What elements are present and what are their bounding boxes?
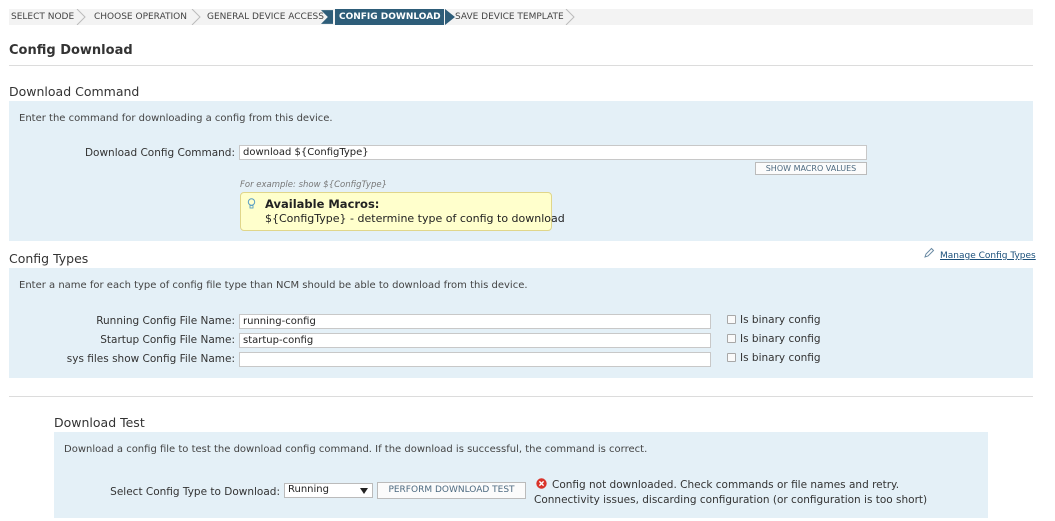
startup-config-label: Startup Config File Name: <box>100 334 235 346</box>
page-title: Config Download <box>9 43 133 58</box>
startup-config-input[interactable] <box>239 333 711 348</box>
available-macros-box: Available Macros: ${ConfigType} - determ… <box>240 192 565 231</box>
lightbulb-icon <box>247 198 256 209</box>
chevron-down-icon <box>360 488 368 494</box>
wizard-active-left-arrow <box>321 10 333 24</box>
wizard-step-save-device-template[interactable]: SAVE DEVICE TEMPLATE <box>455 9 564 25</box>
wizard-step-choose-operation[interactable]: CHOOSE OPERATION <box>94 9 187 25</box>
show-macro-values-button[interactable]: SHOW MACRO VALUES <box>755 162 867 175</box>
startup-config-binary-checkbox[interactable] <box>727 334 736 343</box>
running-config-input[interactable] <box>239 314 711 329</box>
manage-config-types-link[interactable]: Manage Config Types <box>940 251 1036 261</box>
sys-files-config-label: sys files show Config File Name: <box>66 353 235 365</box>
running-config-binary-label: Is binary config <box>740 314 821 326</box>
error-icon <box>536 478 547 489</box>
error-message-line1: Config not downloaded. Check commands or… <box>552 479 900 491</box>
wizard-step-config-download[interactable]: CONFIG DOWNLOAD <box>335 9 444 25</box>
command-example: For example: show ${ConfigType} <box>240 180 387 190</box>
available-macros-title: Available Macros: <box>265 197 380 211</box>
wizard-breadcrumb: SELECT NODE CHOOSE OPERATION GENERAL DEV… <box>9 9 1033 25</box>
config-types-description: Enter a name for each type of config fil… <box>19 280 528 291</box>
running-config-label: Running Config File Name: <box>96 315 235 327</box>
download-test-panel: Download a config file to test the downl… <box>54 432 988 518</box>
download-command-heading: Download Command <box>9 84 140 99</box>
divider <box>9 396 1033 397</box>
startup-config-binary-label: Is binary config <box>740 333 821 345</box>
running-config-binary-checkbox[interactable] <box>727 315 736 324</box>
chevron-right-icon <box>565 9 575 25</box>
sys-files-config-input[interactable] <box>239 352 711 367</box>
download-command-description: Enter the command for downloading a conf… <box>19 113 333 124</box>
config-types-heading: Config Types <box>9 251 89 266</box>
wizard-step-select-node[interactable]: SELECT NODE <box>11 9 74 25</box>
available-macros-body: ${ConfigType} - determine type of config… <box>265 212 565 225</box>
sys-files-config-binary-checkbox[interactable] <box>727 353 736 362</box>
wizard-step-general-device-access[interactable]: GENERAL DEVICE ACCESS <box>207 9 324 25</box>
config-types-panel: Enter a name for each type of config fil… <box>9 268 1033 378</box>
config-type-select-value: Running <box>288 484 329 495</box>
download-test-description: Download a config file to test the downl… <box>64 444 648 455</box>
sys-files-config-binary-label: Is binary config <box>740 352 821 364</box>
download-test-heading: Download Test <box>54 415 145 430</box>
chevron-right-icon <box>191 9 201 25</box>
config-type-select[interactable]: Running <box>284 483 373 498</box>
perform-download-test-button[interactable]: PERFORM DOWNLOAD TEST <box>377 482 526 499</box>
divider <box>9 65 1033 66</box>
select-config-type-label: Select Config Type to Download: <box>110 486 280 498</box>
chevron-right-icon <box>76 9 86 25</box>
error-message-line2: Connectivity issues, discarding configur… <box>534 494 928 506</box>
download-command-panel: Enter the command for downloading a conf… <box>9 101 1033 241</box>
download-command-input[interactable] <box>239 145 867 160</box>
pencil-icon[interactable] <box>923 247 935 259</box>
download-command-label: Download Config Command: <box>84 147 235 159</box>
